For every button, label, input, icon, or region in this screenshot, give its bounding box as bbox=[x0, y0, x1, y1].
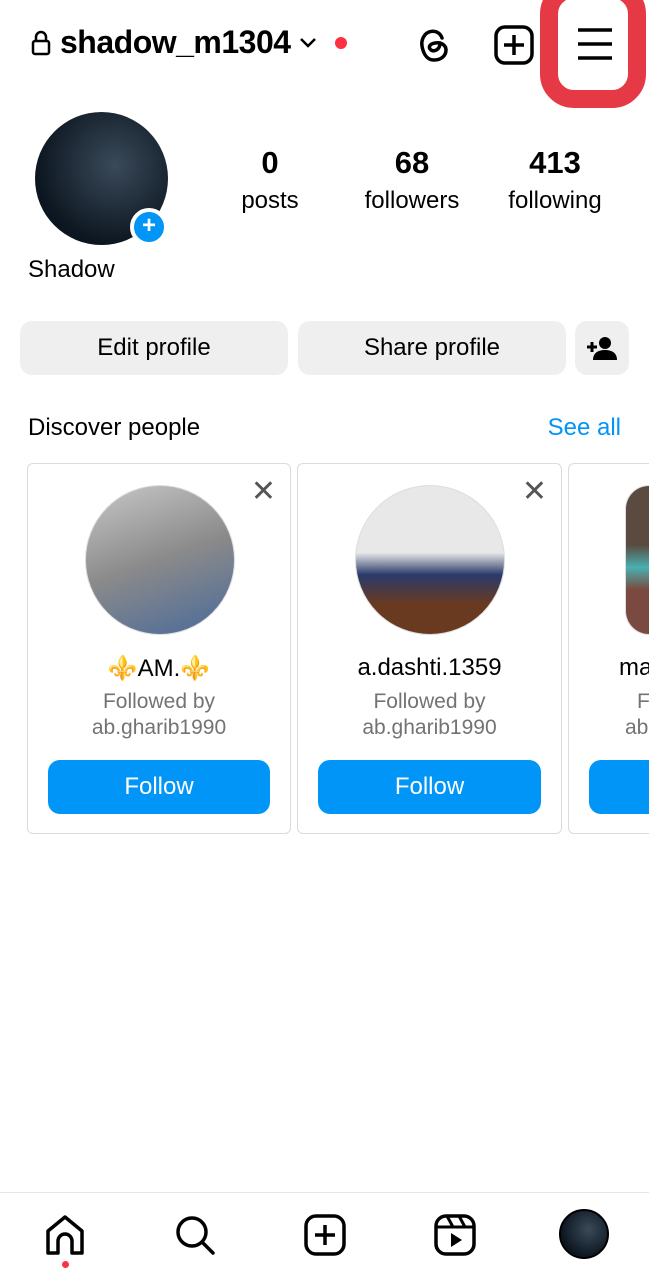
home-icon[interactable] bbox=[43, 1213, 87, 1257]
add-story-icon[interactable]: + bbox=[130, 208, 168, 246]
close-icon[interactable]: ✕ bbox=[522, 474, 547, 509]
follow-button[interactable]: Follow bbox=[318, 760, 541, 814]
follow-button[interactable]: Follow bbox=[48, 760, 270, 814]
reels-icon[interactable] bbox=[433, 1213, 477, 1257]
suggestion-avatar[interactable] bbox=[85, 485, 235, 635]
bottom-nav bbox=[0, 1192, 649, 1280]
suggestion-card: ✕ a.dashti.1359 Followed by ab.gharib199… bbox=[297, 463, 562, 834]
edit-profile-button[interactable]: Edit profile bbox=[20, 321, 288, 375]
stat-posts[interactable]: 0 posts bbox=[205, 145, 335, 215]
add-person-icon bbox=[587, 337, 617, 360]
suggestion-name[interactable]: ⚜️AM.⚜️ bbox=[28, 654, 290, 683]
profile-tab-avatar[interactable] bbox=[559, 1209, 609, 1259]
threads-icon[interactable] bbox=[414, 24, 454, 66]
stat-value: 68 bbox=[394, 145, 430, 180]
notification-dot bbox=[334, 36, 347, 49]
followed-by-label: Followed by bbox=[373, 690, 486, 713]
followed-by-user: ab.gharib1990 bbox=[362, 716, 497, 739]
followed-by-label: F bbox=[637, 690, 649, 713]
display-name: Shadow bbox=[28, 256, 115, 283]
menu-icon[interactable] bbox=[576, 27, 614, 61]
see-all-link[interactable]: See all bbox=[548, 414, 621, 442]
share-profile-button[interactable]: Share profile bbox=[298, 321, 566, 375]
followed-by-user: ab.gharib1990 bbox=[91, 716, 227, 739]
lock-icon bbox=[31, 30, 51, 55]
new-post-icon[interactable] bbox=[494, 25, 534, 65]
suggestion-avatar[interactable] bbox=[355, 485, 505, 635]
close-icon[interactable]: ✕ bbox=[251, 474, 276, 509]
notification-dot bbox=[62, 1261, 69, 1268]
stat-label: followers bbox=[364, 187, 460, 214]
followed-by-label: Followed by bbox=[102, 690, 216, 713]
followed-by-user: ab bbox=[625, 716, 649, 739]
stat-value: 413 bbox=[529, 145, 581, 180]
suggestion-card: ✕ ⚜️AM.⚜️ Followed by ab.gharib1990 Foll… bbox=[27, 463, 291, 834]
suggestion-card: ma F ab bbox=[568, 463, 649, 834]
discover-title: Discover people bbox=[28, 414, 201, 441]
chevron-down-icon bbox=[299, 37, 316, 48]
suggestion-name[interactable]: ma bbox=[619, 654, 649, 682]
discover-people-button[interactable] bbox=[575, 321, 629, 375]
stat-followers[interactable]: 68 followers bbox=[347, 145, 477, 215]
username: shadow_m1304 bbox=[60, 24, 291, 60]
suggestion-avatar[interactable] bbox=[625, 485, 649, 635]
account-switcher[interactable]: shadow_m1304 bbox=[30, 24, 347, 61]
stat-label: posts bbox=[241, 187, 299, 214]
stat-label: following bbox=[508, 187, 602, 214]
suggestion-name[interactable]: a.dashti.1359 bbox=[298, 654, 561, 682]
follow-button[interactable] bbox=[589, 760, 649, 814]
stat-value: 0 bbox=[261, 145, 279, 180]
search-icon[interactable] bbox=[173, 1213, 217, 1257]
stat-following[interactable]: 413 following bbox=[490, 145, 620, 215]
create-icon[interactable] bbox=[303, 1213, 347, 1257]
